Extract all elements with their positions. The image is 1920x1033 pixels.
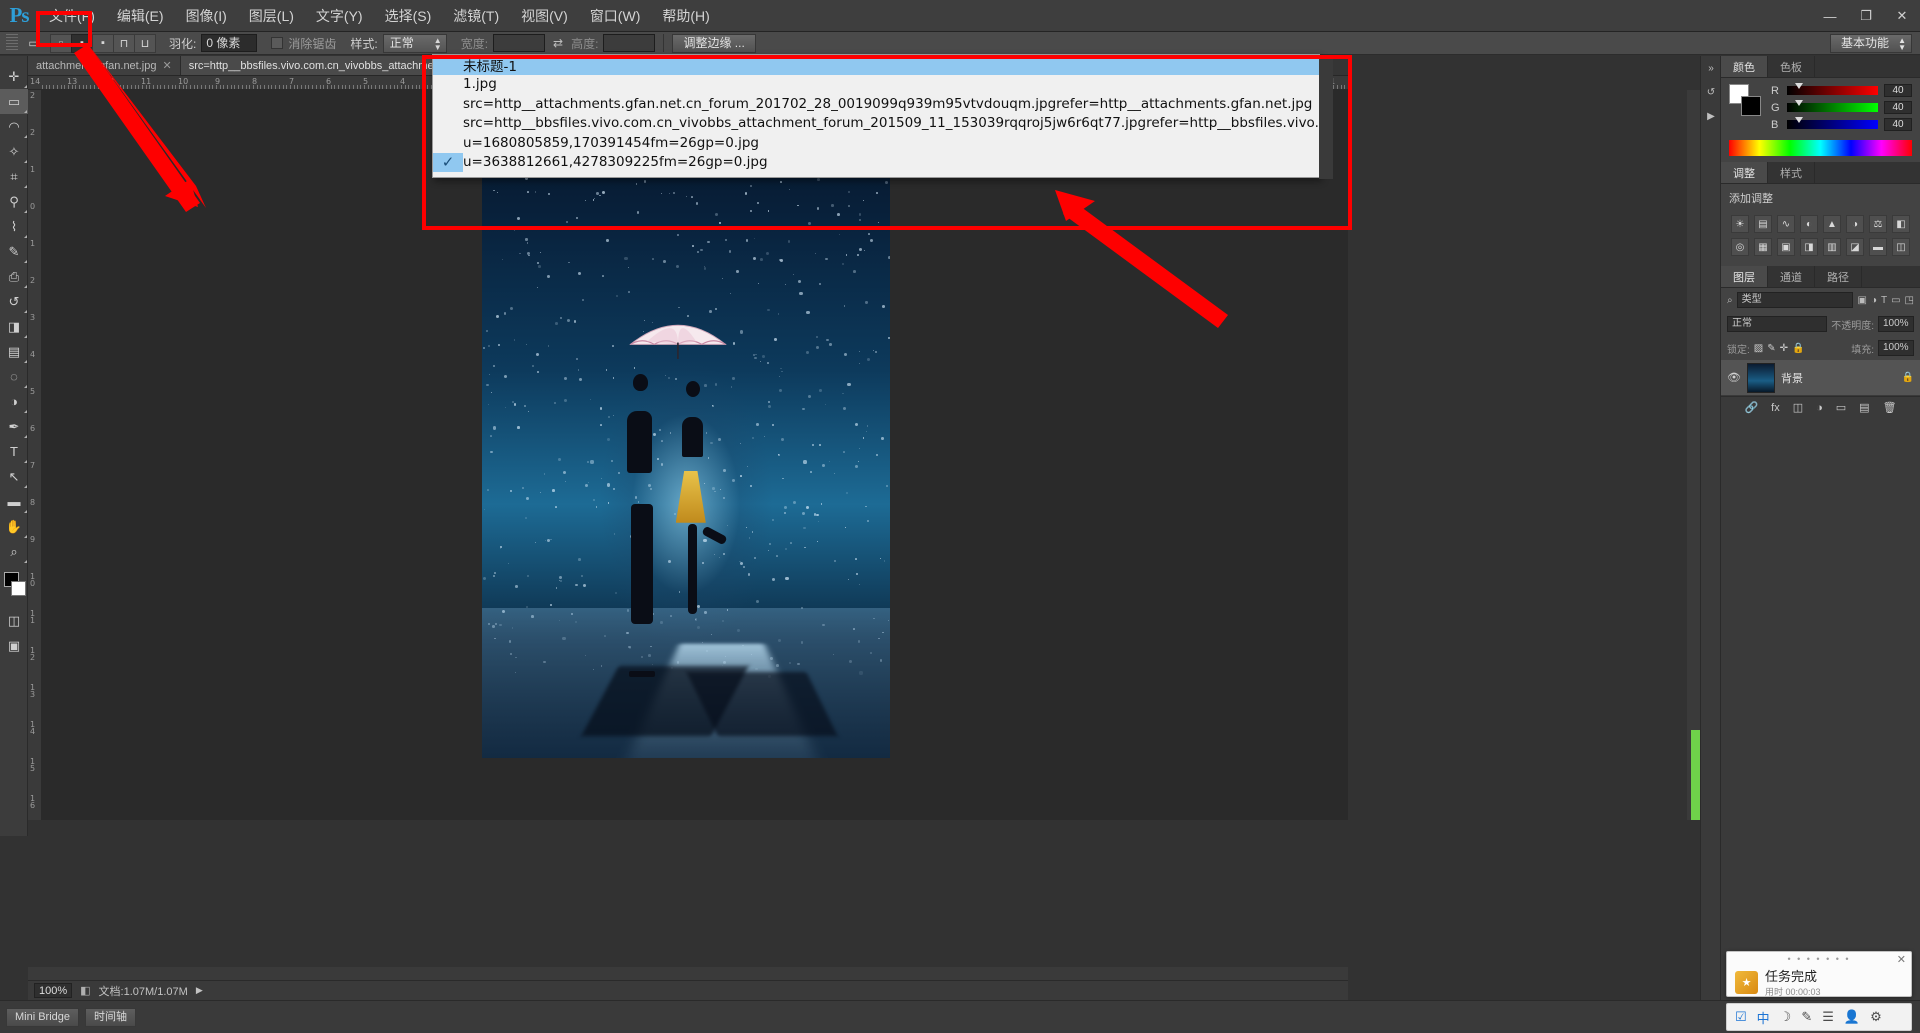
photoshop-window: Ps 文件(F) 编辑(E) 图像(I) 图层(L) 文字(Y) 选择(S) 滤镜(T) 视图… [0, 0, 1920, 1033]
annotation-arrows [74, 44, 1228, 328]
